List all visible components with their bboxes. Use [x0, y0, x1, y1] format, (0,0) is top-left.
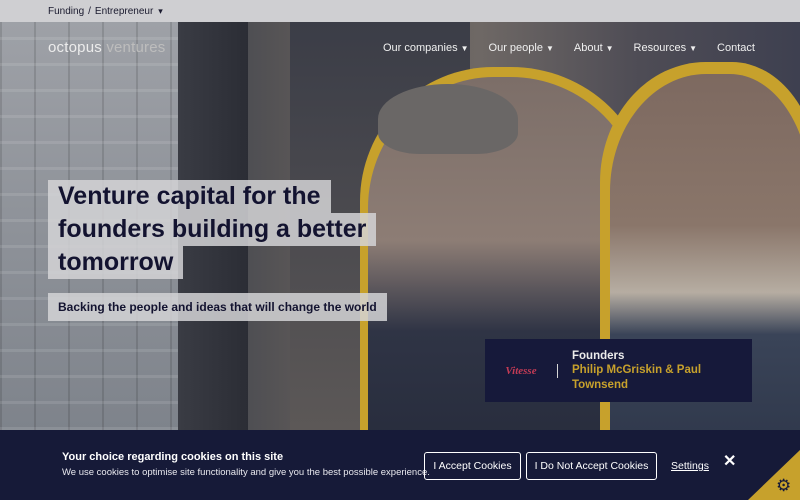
- nav-label: Our people: [488, 42, 543, 54]
- logo-word-ventures: ventures: [106, 39, 166, 56]
- cookie-settings-link[interactable]: Settings: [671, 460, 709, 472]
- funding-label[interactable]: Funding: [48, 6, 84, 17]
- headline-line-3: tomorrow: [48, 246, 184, 279]
- nav-label: Contact: [717, 42, 755, 54]
- top-audience-bar: Funding / Entrepreneur ▾: [0, 0, 800, 22]
- founders-names-line-1: Philip McGriskin & Paul: [572, 364, 702, 377]
- cookie-description: We use cookies to optimise site function…: [62, 467, 430, 478]
- nav-item-resources[interactable]: Resources ▼: [634, 42, 698, 54]
- site-logo[interactable]: octopus ventures: [48, 39, 165, 56]
- nav-item-about[interactable]: About ▼: [574, 42, 614, 54]
- chevron-down-icon: ▼: [605, 44, 614, 53]
- cookie-banner: Your choice regarding cookies on this si…: [0, 430, 800, 500]
- chevron-down-icon: ▼: [689, 44, 698, 53]
- founder-hair-left: [378, 84, 518, 154]
- nav-item-contact[interactable]: Contact: [717, 42, 755, 54]
- close-icon[interactable]: ✕: [723, 451, 736, 471]
- hero-subheadline: Backing the people and ideas that will c…: [48, 293, 387, 321]
- nav-label: Resources: [633, 42, 687, 54]
- card-divider: [557, 363, 558, 378]
- headline-line-1: Venture capital for the: [48, 180, 331, 213]
- chevron-down-icon: ▼: [545, 44, 554, 53]
- reject-cookies-button[interactable]: I Do Not Accept Cookies: [526, 452, 657, 480]
- chevron-down-icon: ▼: [460, 44, 469, 53]
- nav-label: Our companies: [383, 42, 458, 54]
- nav-item-our-people[interactable]: Our people ▼: [489, 42, 554, 54]
- founders-text: Founders Philip McGriskin & Paul Townsen…: [572, 349, 701, 393]
- accept-cookies-button[interactable]: I Accept Cookies: [424, 452, 521, 480]
- gear-icon[interactable]: ⚙: [776, 476, 791, 496]
- company-logo-vitesse: Vitesse: [505, 364, 537, 377]
- main-navigation: octopus ventures Our companies ▼ Our peop…: [0, 22, 800, 72]
- founders-card[interactable]: Vitesse Founders Philip McGriskin & Paul…: [485, 339, 752, 402]
- headline-line-2: founders building a better: [48, 213, 377, 246]
- cookie-title: Your choice regarding cookies on this si…: [62, 451, 284, 463]
- nav-item-our-companies[interactable]: Our companies ▼: [383, 42, 469, 54]
- founders-label: Founders: [572, 349, 625, 362]
- founders-names-line-2: Townsend: [572, 378, 629, 391]
- nav-menu: Our companies ▼ Our people ▼ About ▼ Resour…: [383, 42, 775, 54]
- breadcrumb-separator: /: [88, 5, 91, 17]
- logo-word-octopus: octopus: [48, 39, 102, 56]
- nav-label: About: [573, 42, 603, 54]
- audience-selector[interactable]: Entrepreneur: [95, 6, 153, 17]
- hero-headline: Venture capital for the founders buildin…: [48, 180, 393, 279]
- chevron-down-icon[interactable]: ▾: [158, 6, 163, 17]
- hero-section: octopus ventures Our companies ▼ Our peop…: [0, 22, 800, 430]
